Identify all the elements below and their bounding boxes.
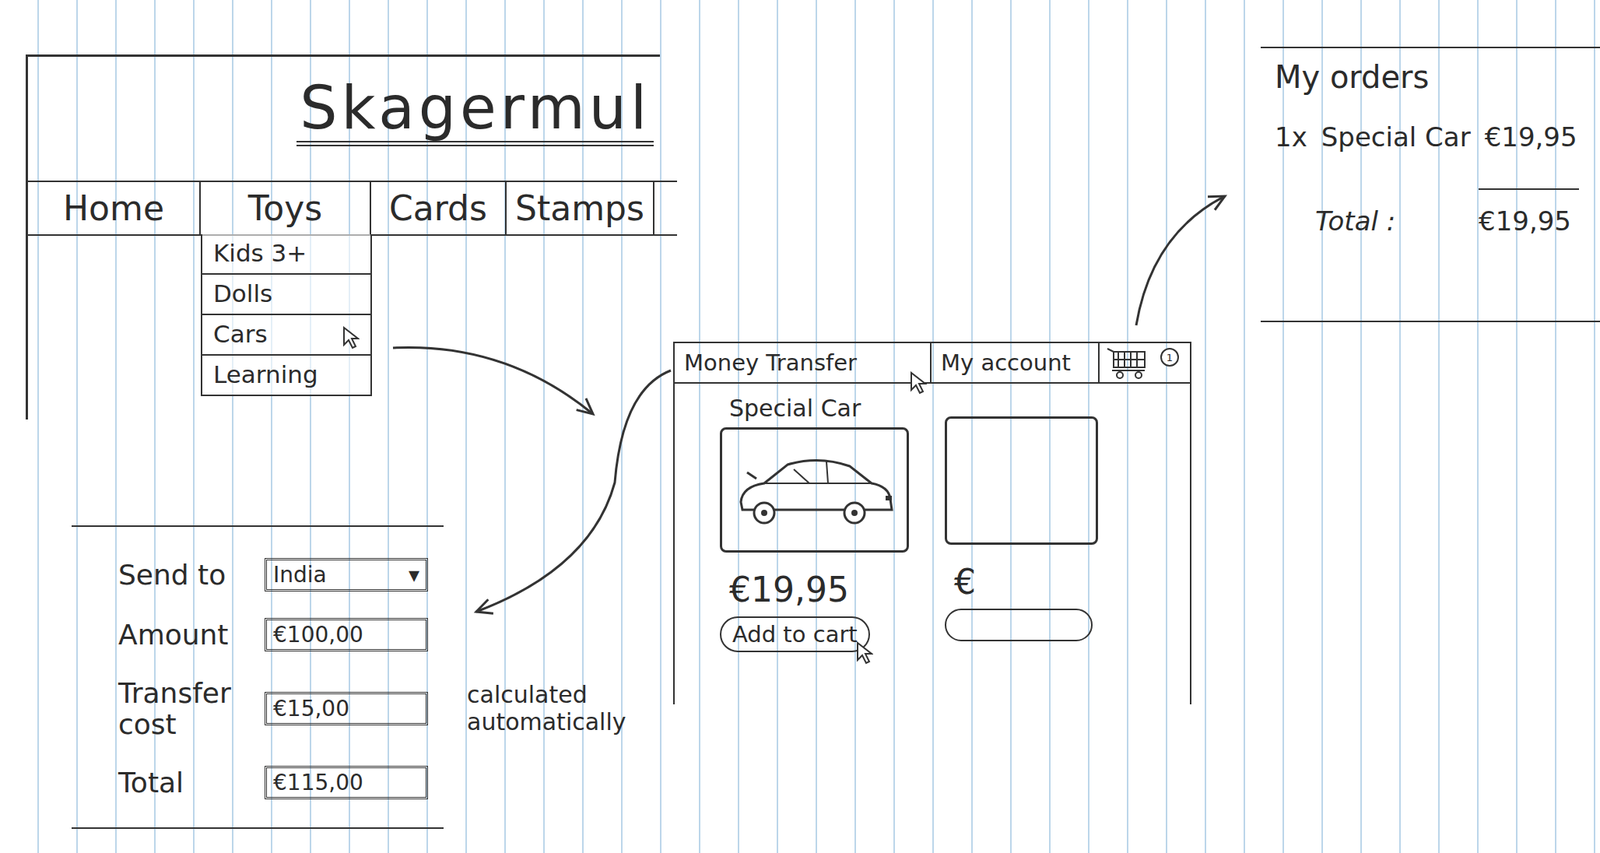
orders-title: My orders — [1274, 59, 1600, 95]
product-price: € — [944, 561, 976, 603]
shop-tab[interactable]: My account — [931, 343, 1100, 383]
shop-panel: Money Transfer My account 1 Special Car €19,… — [673, 341, 1192, 705]
dropdown-item[interactable]: Kids 3+ — [200, 234, 372, 275]
tab-label: My account — [940, 349, 1071, 376]
cursor-icon — [909, 371, 927, 395]
product-price: €19,95 — [719, 569, 850, 611]
field-label: Send to — [118, 559, 259, 591]
logo[interactable]: Skagermul — [296, 75, 654, 147]
product-image-empty — [944, 416, 1099, 545]
field-value: €100,00 — [273, 621, 364, 648]
dropdown-label: Cars — [213, 319, 268, 348]
flow-arrows — [0, 0, 1600, 853]
field-value: €115,00 — [273, 769, 364, 796]
form-top-line — [71, 525, 444, 527]
nav-item[interactable]: Home — [28, 182, 201, 235]
dropdown-label: Kids 3+ — [213, 238, 307, 267]
nav-item[interactable]: ToysKids 3+DollsCarsLearning — [200, 182, 372, 235]
order-price: €19,95 — [1484, 121, 1578, 153]
car-icon — [733, 447, 897, 534]
empty-button[interactable] — [944, 608, 1093, 642]
field-label: Total — [118, 767, 259, 799]
field-value: India — [273, 561, 327, 588]
nav-item[interactable]: Stamps — [506, 182, 655, 235]
nav-label: Toys — [248, 188, 323, 229]
dropdown-menu: Kids 3+ Dolls Cars Learning — [200, 234, 372, 397]
form-bottom-line — [71, 827, 444, 829]
site-header: SkagermulHomeToysKids 3+DollsCarsLearnin… — [25, 54, 660, 420]
orders-panel: My orders1xSpecial Car€19,95Total :€19,9… — [1260, 46, 1600, 323]
cart-button[interactable]: 1 — [1099, 343, 1190, 383]
transfer-form: Send to India ▾ Amount €100,00 Transfer cost €… — [71, 525, 654, 829]
cursor-icon — [342, 326, 360, 350]
nav-bar: Home ToysKids 3+DollsCarsLearning Cards Sta… — [28, 180, 678, 236]
cursor-icon — [856, 641, 874, 665]
total-value: €19,95 — [1478, 188, 1579, 237]
cart-icon — [1105, 345, 1153, 380]
total-label: Total : — [1315, 188, 1479, 237]
add-to-cart-button[interactable]: Add to cart — [719, 616, 871, 653]
button-label: Add to cart — [732, 621, 858, 648]
dropdown-item[interactable]: Learning — [200, 355, 372, 397]
amount-field[interactable]: €15,00 — [264, 691, 429, 726]
dropdown-item[interactable]: Cars — [200, 315, 372, 356]
dropdown-label: Learning — [213, 360, 319, 389]
shop-tab[interactable]: Money Transfer — [674, 343, 932, 383]
product-card: Special Car €19,95 Add to cart — [719, 394, 909, 653]
nav-label: Cards — [389, 188, 488, 229]
field-value: €15,00 — [273, 695, 350, 722]
product-grid: Special Car €19,95 Add to cart € — [674, 383, 1190, 653]
field-label: Transfer cost — [118, 677, 259, 740]
cart-badge: 1 — [1160, 347, 1179, 367]
product-name[interactable]: Special Car — [719, 394, 861, 423]
field-label: Amount — [118, 619, 259, 651]
amount-field[interactable]: €115,00 — [264, 765, 429, 800]
product-image[interactable] — [719, 427, 909, 553]
nav-label: Stamps — [515, 188, 645, 229]
order-qty: 1x — [1274, 121, 1308, 153]
country-select[interactable]: India ▾ — [264, 557, 429, 592]
orders-total: Total :€19,95 — [1274, 188, 1600, 237]
dropdown-item[interactable]: Dolls — [200, 274, 372, 316]
tab-label: Money Transfer — [684, 349, 857, 376]
dropdown-label: Dolls — [213, 279, 273, 308]
dropdown-arrow-icon: ▾ — [408, 561, 420, 588]
nav-item[interactable]: Cards — [371, 182, 507, 235]
form-grid: Send to India ▾ Amount €100,00 Transfer cost €… — [71, 526, 654, 828]
logo-row: Skagermul — [28, 56, 660, 147]
order-row: 1x Special Car €19,95 — [1274, 121, 1600, 153]
product-card: € — [944, 394, 1101, 642]
order-name: Special Car — [1321, 121, 1471, 153]
shop-bar: Money Transfer My account 1 — [674, 341, 1190, 384]
amount-field[interactable]: €100,00 — [264, 617, 429, 652]
nav-label: Home — [63, 188, 165, 229]
annotation: calculated automatically — [435, 681, 654, 736]
